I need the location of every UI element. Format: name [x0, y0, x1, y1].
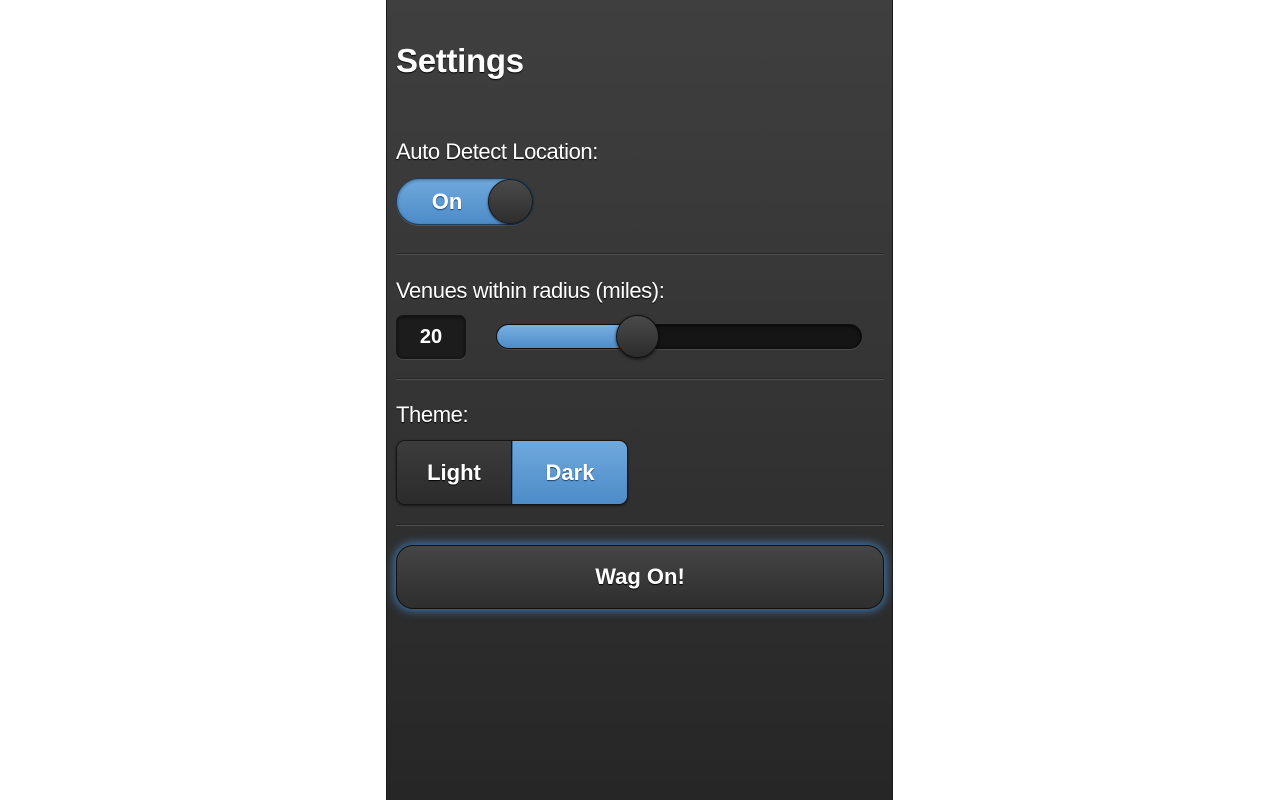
auto-detect-location-label: Auto Detect Location: [396, 139, 598, 164]
radius-slider-handle[interactable] [616, 315, 659, 358]
toggle-state-text: On [431, 189, 463, 214]
page-title: Settings [396, 42, 524, 79]
section-divider [396, 254, 884, 255]
section-divider [396, 525, 884, 526]
radius-value-input[interactable]: 20 [396, 315, 466, 359]
section-divider [396, 379, 884, 380]
theme-option-light[interactable]: Light [397, 441, 512, 504]
toggle-knob[interactable] [488, 179, 533, 224]
settings-screen: Settings Auto Detect Location: On Venues… [386, 0, 893, 800]
radius-label: Venues within radius (miles): [396, 278, 665, 303]
auto-detect-location-toggle[interactable]: On [396, 178, 534, 225]
theme-segmented-control: Light Dark [396, 440, 628, 505]
theme-label: Theme: [396, 402, 469, 427]
radius-slider-track[interactable] [496, 315, 862, 358]
wag-on-button[interactable]: Wag On! [396, 545, 884, 609]
theme-option-dark[interactable]: Dark [512, 441, 627, 504]
